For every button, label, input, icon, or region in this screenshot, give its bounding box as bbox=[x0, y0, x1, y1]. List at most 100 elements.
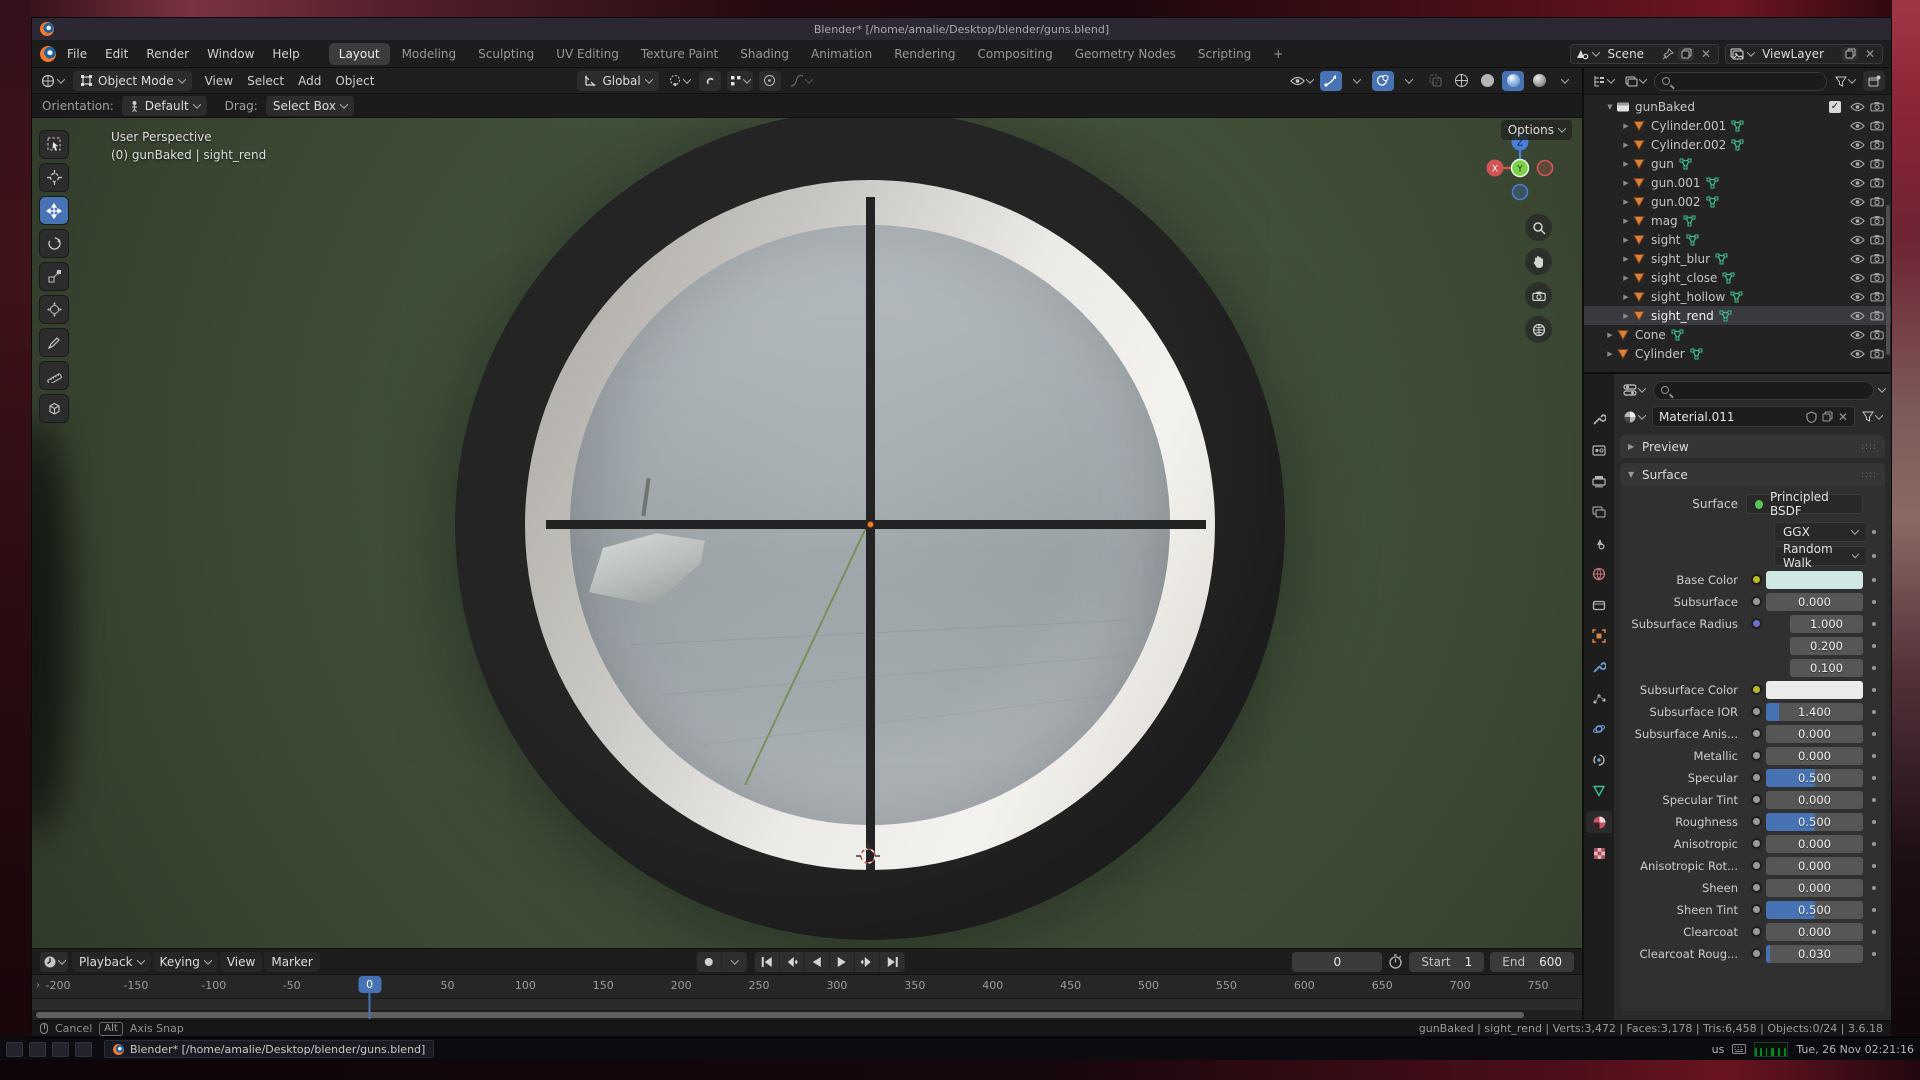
keyframe-dot[interactable] bbox=[1872, 754, 1876, 758]
hide-eye-toggle[interactable] bbox=[1847, 121, 1867, 131]
keyframe-dot[interactable] bbox=[1872, 688, 1876, 692]
node-socket-icon[interactable] bbox=[1751, 882, 1762, 893]
camera-view-button[interactable] bbox=[1525, 282, 1552, 309]
snap-toggle[interactable] bbox=[699, 71, 721, 91]
node-socket-icon[interactable] bbox=[1751, 816, 1762, 827]
outliner-filter-button[interactable] bbox=[1832, 71, 1858, 91]
prev-keyframe-button[interactable] bbox=[780, 952, 805, 972]
workspace-tab[interactable]: UV Editing bbox=[546, 43, 629, 65]
hide-eye-toggle[interactable] bbox=[1847, 292, 1867, 302]
keying-set-dropdown[interactable] bbox=[722, 952, 747, 972]
collection-checkbox[interactable]: ✓ bbox=[1829, 101, 1841, 113]
expand-arrow[interactable]: ▶ bbox=[1620, 179, 1632, 187]
viewport-canvas[interactable]: User Perspective (0) gunBaked | sight_re… bbox=[32, 118, 1582, 948]
play-reverse-button[interactable] bbox=[805, 952, 830, 972]
disable-render-toggle[interactable] bbox=[1867, 234, 1887, 245]
color-swatch[interactable] bbox=[1766, 681, 1863, 699]
outliner-search-input[interactable] bbox=[1654, 72, 1827, 91]
hide-eye-toggle[interactable] bbox=[1847, 216, 1867, 226]
chevron-down-icon[interactable] bbox=[1878, 384, 1886, 392]
keyframe-dot[interactable] bbox=[1872, 578, 1876, 582]
keyframe-dot[interactable] bbox=[1872, 798, 1876, 802]
gizmo-x-neg-axis[interactable] bbox=[1538, 161, 1553, 176]
expand-arrow[interactable]: ▶ bbox=[1620, 122, 1632, 130]
editor-type-button[interactable] bbox=[38, 71, 67, 91]
taskbar-clock[interactable]: Tue, 26 Nov 02:21:16 bbox=[1796, 1043, 1914, 1056]
value-slider[interactable]: 0.000 bbox=[1766, 747, 1863, 765]
workspace-tab[interactable]: Scripting bbox=[1188, 43, 1261, 65]
mode-dropdown[interactable]: Object Mode bbox=[73, 71, 192, 91]
viewport-menu-item[interactable]: Object bbox=[328, 72, 381, 90]
gizmos-dropdown[interactable] bbox=[1346, 71, 1368, 91]
select-box-tool[interactable] bbox=[39, 130, 69, 159]
value-slider[interactable]: 0.500 bbox=[1766, 769, 1863, 787]
viewport-menu-item[interactable]: View bbox=[198, 72, 240, 90]
hide-eye-toggle[interactable] bbox=[1847, 254, 1867, 264]
transform-tool[interactable] bbox=[39, 295, 69, 324]
visibility-dropdown[interactable] bbox=[1287, 71, 1316, 91]
node-socket-icon[interactable] bbox=[1751, 728, 1762, 739]
taskbar-app-button[interactable]: Blender* [/home/amalie/Desktop/blender/g… bbox=[104, 1040, 434, 1058]
properties-tab-collection[interactable] bbox=[1586, 594, 1612, 616]
disable-render-toggle[interactable] bbox=[1867, 291, 1887, 302]
value-slider[interactable]: 0.000 bbox=[1766, 923, 1863, 941]
color-swatch[interactable] bbox=[1766, 571, 1863, 589]
timeline-menu-item[interactable]: Keying bbox=[153, 952, 218, 972]
stopwatch-icon[interactable] bbox=[1388, 954, 1403, 969]
node-socket-icon[interactable] bbox=[1751, 596, 1762, 607]
outliner-row[interactable]: ▼ gunBaked ✓ bbox=[1584, 97, 1891, 116]
outliner-scrollbar[interactable] bbox=[1886, 205, 1890, 355]
browse-material-button[interactable] bbox=[1620, 407, 1648, 427]
expand-arrow[interactable]: ▶ bbox=[1620, 274, 1632, 282]
keyframe-dot[interactable] bbox=[1872, 886, 1876, 890]
properties-tab-view-layer[interactable] bbox=[1586, 501, 1612, 523]
region-expand-arrow[interactable]: › bbox=[36, 980, 40, 991]
node-socket-icon[interactable] bbox=[1751, 574, 1762, 585]
orientation-default-dropdown[interactable]: Default bbox=[122, 96, 207, 116]
shading-material-button[interactable] bbox=[1502, 71, 1524, 91]
add-cube-tool[interactable] bbox=[39, 394, 69, 423]
panel-drag-grip[interactable]: :::: bbox=[1861, 470, 1877, 480]
menu-item[interactable]: Render bbox=[137, 44, 198, 64]
new-scene-button[interactable] bbox=[1678, 47, 1694, 61]
hide-eye-toggle[interactable] bbox=[1847, 178, 1867, 188]
expand-arrow[interactable]: ▶ bbox=[1620, 236, 1632, 244]
keyframe-dot[interactable] bbox=[1872, 666, 1876, 670]
expand-arrow[interactable]: ▶ bbox=[1620, 293, 1632, 301]
workspace-tab[interactable]: Compositing bbox=[967, 43, 1062, 65]
timeline-ruler[interactable]: › -200-150-100-5005010015020025030035040… bbox=[32, 974, 1582, 998]
workspace-tab[interactable]: Rendering bbox=[884, 43, 965, 65]
pan-hand-button[interactable] bbox=[1525, 248, 1552, 275]
value-slider[interactable]: 1.000 bbox=[1790, 615, 1863, 633]
zoom-button[interactable] bbox=[1525, 214, 1552, 241]
properties-tab-particles[interactable] bbox=[1586, 687, 1612, 709]
value-slider[interactable]: 0.000 bbox=[1766, 791, 1863, 809]
node-socket-icon[interactable] bbox=[1751, 860, 1762, 871]
keyboard-layout-indicator[interactable]: us bbox=[1712, 1043, 1725, 1056]
shading-solid-button[interactable] bbox=[1476, 71, 1498, 91]
keyframe-dot[interactable] bbox=[1872, 600, 1876, 604]
timeline-menu-item[interactable]: Playback bbox=[72, 952, 151, 972]
keyframe-dot[interactable] bbox=[1872, 622, 1876, 626]
outliner-row[interactable]: ▶ Cylinder.002 bbox=[1584, 135, 1891, 154]
taskbar-launcher-icon[interactable] bbox=[75, 1042, 92, 1057]
outliner-row[interactable]: ▶ sight_rend bbox=[1584, 306, 1891, 325]
node-socket-icon[interactable] bbox=[1751, 618, 1762, 629]
jump-to-start-button[interactable] bbox=[755, 952, 780, 972]
workspace-tab[interactable]: Geometry Nodes bbox=[1065, 43, 1186, 65]
snap-target-dropdown[interactable] bbox=[727, 71, 753, 91]
disable-render-toggle[interactable] bbox=[1867, 101, 1887, 112]
end-frame-field[interactable]: End 600 bbox=[1490, 952, 1574, 972]
properties-tab-render[interactable] bbox=[1586, 439, 1612, 461]
outliner-row[interactable]: ▶ sight_blur bbox=[1584, 249, 1891, 268]
properties-tab-world[interactable] bbox=[1586, 563, 1612, 585]
value-slider[interactable]: 0.030 bbox=[1766, 945, 1863, 963]
disable-render-toggle[interactable] bbox=[1867, 120, 1887, 131]
hide-eye-toggle[interactable] bbox=[1847, 197, 1867, 207]
jump-to-end-button[interactable] bbox=[880, 952, 905, 972]
keyframe-dot[interactable] bbox=[1872, 952, 1876, 956]
value-slider[interactable]: 0.000 bbox=[1766, 593, 1863, 611]
timeline-scrollbar[interactable] bbox=[32, 1010, 1582, 1020]
keyframe-dot[interactable] bbox=[1872, 710, 1876, 714]
menu-item[interactable]: Window bbox=[198, 44, 263, 64]
